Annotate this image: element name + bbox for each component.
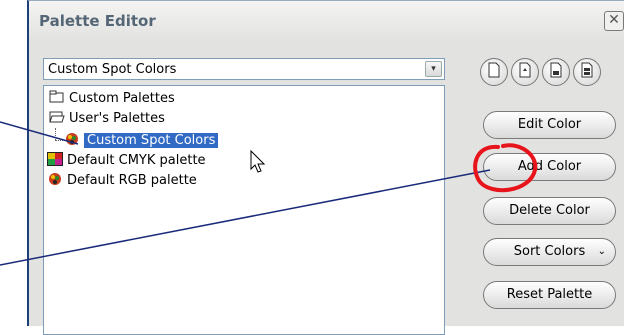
palette-tree[interactable]: Custom Palettes User's Palettes Custom S… — [43, 85, 445, 335]
cmyk-palette-icon — [47, 152, 63, 166]
tree-item-label: Custom Palettes — [69, 91, 175, 106]
dialog-title: Palette Editor — [39, 12, 156, 30]
tree-item-label: User's Palettes — [69, 111, 165, 126]
delete-color-button[interactable]: Delete Color — [483, 197, 616, 225]
tree-item-custom-palettes[interactable]: Custom Palettes — [49, 89, 175, 109]
chevron-down-icon[interactable]: ▾ — [425, 61, 442, 77]
tree-item-custom-spot-colors[interactable]: Custom Spot Colors — [64, 131, 219, 151]
title-bar: Palette Editor ✕ — [29, 1, 624, 41]
edit-color-button[interactable]: Edit Color — [483, 111, 616, 139]
close-button[interactable]: ✕ — [604, 11, 624, 31]
palette-select[interactable]: Custom Spot Colors ▾ — [43, 58, 445, 80]
tree-item-label: Custom Spot Colors — [84, 133, 219, 148]
close-icon: ✕ — [608, 12, 620, 28]
tree-item-users-palettes[interactable]: User's Palettes — [49, 109, 165, 129]
save-palette-button[interactable] — [542, 58, 570, 86]
chevron-down-icon: ⌄ — [597, 246, 606, 257]
reset-palette-button[interactable]: Reset Palette — [483, 281, 616, 309]
sort-colors-button[interactable]: Sort Colors ⌄ — [483, 238, 616, 266]
tree-item-label: Default CMYK palette — [67, 153, 206, 168]
palette-select-value: Custom Spot Colors — [48, 62, 177, 77]
new-palette-icon — [488, 62, 500, 78]
tree-connector — [55, 140, 63, 141]
folder-closed-icon — [49, 90, 65, 104]
save-as-palette-icon — [581, 62, 593, 78]
mouse-pointer-icon — [250, 150, 266, 173]
tree-item-label: Default RGB palette — [67, 173, 197, 188]
tree-connector — [55, 128, 56, 140]
rgb-palette-icon — [47, 172, 63, 186]
save-palette-icon — [550, 62, 562, 78]
palette-icon — [64, 132, 80, 146]
save-as-palette-button[interactable] — [573, 58, 601, 86]
add-color-button[interactable]: Add Color — [483, 153, 616, 181]
tree-item-default-rgb[interactable]: Default RGB palette — [47, 171, 197, 191]
open-palette-icon — [519, 62, 531, 78]
tree-item-default-cmyk[interactable]: Default CMYK palette — [47, 151, 206, 171]
open-palette-button[interactable] — [511, 58, 539, 86]
palette-editor-dialog: Palette Editor ✕ Custom Spot Colors ▾ Cu… — [27, 0, 624, 335]
folder-open-icon — [49, 110, 65, 124]
new-palette-button[interactable] — [480, 58, 508, 86]
sort-colors-label: Sort Colors — [513, 244, 586, 259]
